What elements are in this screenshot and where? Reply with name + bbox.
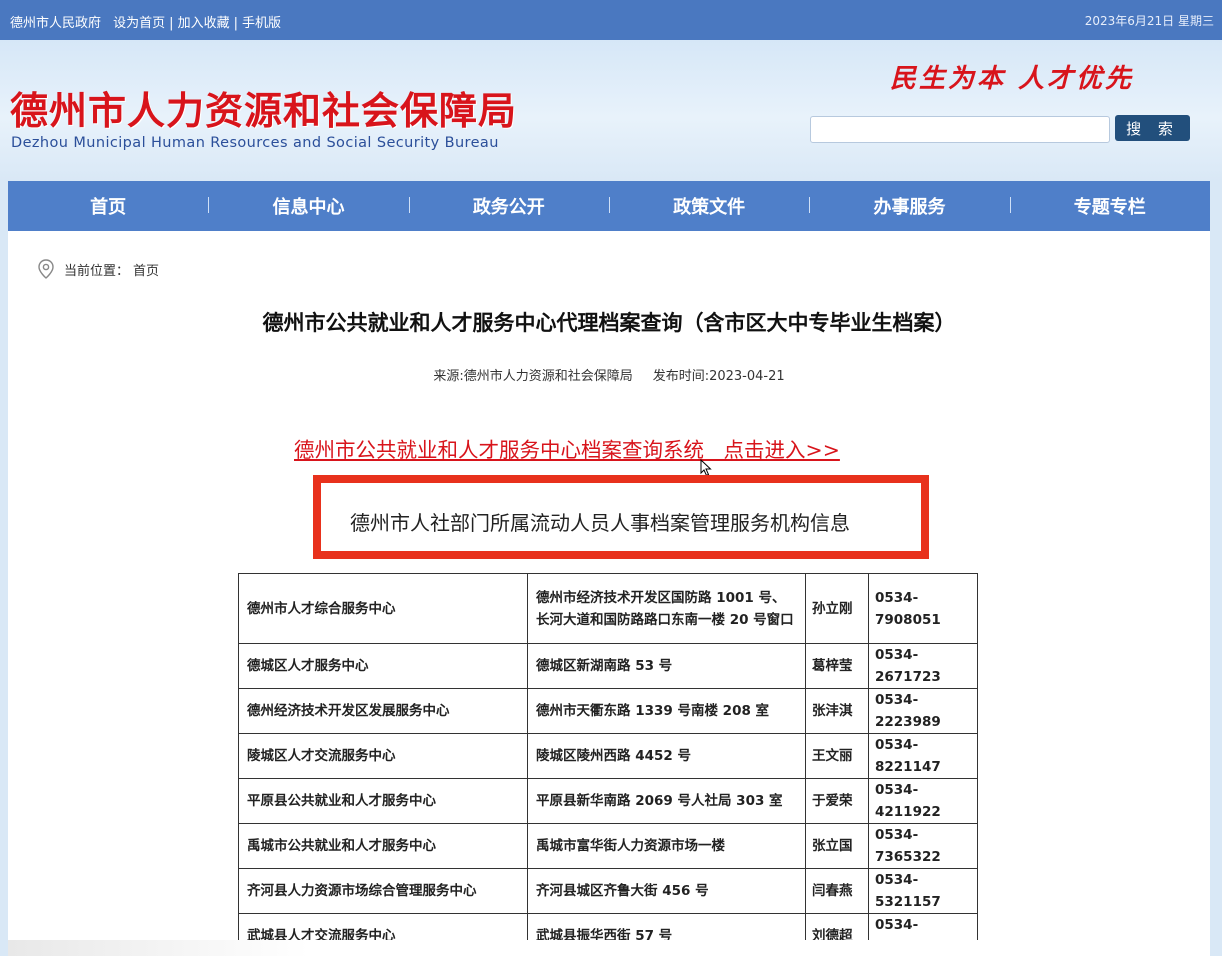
section-heading: 德州市人社部门所属流动人员人事档案管理服务机构信息: [350, 511, 850, 535]
table-cell-contact: 刘德超: [805, 913, 869, 940]
nav-item-policy-docs[interactable]: 政策文件: [608, 193, 809, 219]
mobile-link[interactable]: 手机版: [242, 16, 281, 31]
table-row: 武城县人才交流服务中心 武城县振华西街 57 号 刘德超 0534-621104…: [238, 913, 978, 940]
archive-query-system-link[interactable]: 德州市公共就业和人才服务中心档案查询系统 点击进入>>: [294, 433, 840, 463]
table-cell-address: 德州市天衢东路 1339 号南楼 208 室: [527, 688, 806, 734]
archive-agency-table: 德州市人才综合服务中心 德州市经济技术开发区国防路 1001 号、长河大道和国防…: [238, 573, 978, 940]
table-row: 齐河县人力资源市场综合管理服务中心 齐河县城区齐鲁大街 456 号 闫春燕 05…: [238, 868, 978, 914]
divider: |: [233, 16, 238, 31]
table-cell-phone: 0534-2671723: [868, 643, 978, 689]
breadcrumb-label: 当前位置：: [64, 263, 130, 279]
top-links: 德州市人民政府 设为首页 | 加入收藏 | 手机版: [10, 12, 281, 31]
nav-item-info-center[interactable]: 信息中心: [208, 193, 408, 219]
date-display: 2023年6月21日 星期三: [1084, 14, 1214, 28]
table-cell-org: 齐河县人力资源市场综合管理服务中心: [238, 868, 528, 914]
table-row: 德城区人才服务中心 德城区新湖南路 53 号 葛梓莹 0534-2671723: [238, 643, 978, 689]
table-row: 平原县公共就业和人才服务中心 平原县新华南路 2069 号人社局 303 室 于…: [238, 778, 978, 824]
slogan: 民生为本 人才优先: [890, 64, 1135, 94]
table-cell-contact: 孙立刚: [805, 573, 869, 644]
table-cell-address: 齐河县城区齐鲁大街 456 号: [527, 868, 806, 914]
gov-link[interactable]: 德州市人民政府: [10, 16, 101, 31]
breadcrumb: 当前位置： 首页: [36, 258, 159, 280]
table-row: 禹城市公共就业和人才服务中心 禹城市富华街人力资源市场一楼 张立国 0534-7…: [238, 823, 978, 869]
nav-item-gov-affairs[interactable]: 政务公开: [408, 193, 609, 219]
table-cell-phone: 0534-5321157: [868, 868, 978, 914]
table-cell-address: 陵城区陵州西路 4452 号: [527, 733, 806, 779]
location-pin-icon: [38, 259, 54, 279]
table-cell-org: 德州经济技术开发区发展服务中心: [238, 688, 528, 734]
set-home-link[interactable]: 设为首页: [113, 16, 165, 31]
search-input[interactable]: [810, 116, 1110, 143]
breadcrumb-home[interactable]: 首页: [133, 260, 159, 279]
site-header: 德州市人力资源和社会保障局 Dezhou Municipal Human Res…: [0, 40, 1222, 181]
table-cell-phone: 0534-8221147: [868, 733, 978, 779]
site-title: 德州市人力资源和社会保障局: [10, 88, 518, 133]
site-subtitle: Dezhou Municipal Human Resources and Soc…: [11, 135, 499, 151]
main-nav: 首页 信息中心 政务公开 政策文件 办事服务 专题专栏: [8, 181, 1210, 231]
table-row: 德州市人才综合服务中心 德州市经济技术开发区国防路 1001 号、长河大道和国防…: [238, 573, 978, 644]
content-viewport: 当前位置： 首页 德州市公共就业和人才服务中心代理档案查询（含市区大中专毕业生档…: [8, 231, 1210, 940]
table-cell-contact: 葛梓莹: [805, 643, 869, 689]
table-cell-phone: 0534-7365322: [868, 823, 978, 869]
table-cell-address: 德州市经济技术开发区国防路 1001 号、长河大道和国防路路口东南一楼 20 号…: [527, 573, 806, 644]
table-cell-phone: 0534-7908051: [868, 573, 978, 644]
table-cell-phone: 0534-4211922: [868, 778, 978, 824]
search-button[interactable]: 搜 索: [1115, 115, 1190, 141]
top-utility-bar: 德州市人民政府 设为首页 | 加入收藏 | 手机版 2023年6月21日 星期三: [0, 0, 1222, 40]
article-date: 发布时间:2023-04-21: [652, 369, 785, 384]
table-cell-org: 德城区人才服务中心: [238, 643, 528, 689]
table-row: 德州经济技术开发区发展服务中心 德州市天衢东路 1339 号南楼 208 室 张…: [238, 688, 978, 734]
table-cell-address: 禹城市富华街人力资源市场一楼: [527, 823, 806, 869]
divider: |: [169, 16, 174, 31]
nav-item-services[interactable]: 办事服务: [809, 193, 1009, 219]
main-content: 当前位置： 首页 德州市公共就业和人才服务中心代理档案查询（含市区大中专毕业生档…: [8, 231, 1210, 956]
table-cell-address: 平原县新华南路 2069 号人社局 303 室: [527, 778, 806, 824]
table-cell-address: 德城区新湖南路 53 号: [527, 643, 806, 689]
nav-item-home[interactable]: 首页: [8, 193, 208, 219]
table-cell-org: 武城县人才交流服务中心: [238, 913, 528, 940]
table-cell-org: 陵城区人才交流服务中心: [238, 733, 528, 779]
horizontal-scrollbar[interactable]: [8, 940, 1210, 956]
nav-item-special-topics[interactable]: 专题专栏: [1009, 193, 1210, 219]
table-cell-phone: 0534-2223989: [868, 688, 978, 734]
table-cell-address: 武城县振华西街 57 号: [527, 913, 806, 940]
table-cell-contact: 张沣淇: [805, 688, 869, 734]
table-cell-phone: 0534-6211042: [868, 913, 978, 940]
table-cell-org: 禹城市公共就业和人才服务中心: [238, 823, 528, 869]
article-source: 来源:德州市人力资源和社会保障局: [433, 369, 633, 384]
add-favorite-link[interactable]: 加入收藏: [178, 16, 230, 31]
highlight-box: 德州市人社部门所属流动人员人事档案管理服务机构信息: [313, 475, 929, 559]
table-cell-contact: 张立国: [805, 823, 869, 869]
table-row: 陵城区人才交流服务中心 陵城区陵州西路 4452 号 王文丽 0534-8221…: [238, 733, 978, 779]
table-cell-contact: 王文丽: [805, 733, 869, 779]
table-cell-contact: 于爱荣: [805, 778, 869, 824]
table-cell-org: 德州市人才综合服务中心: [238, 573, 528, 644]
article-title: 德州市公共就业和人才服务中心代理档案查询（含市区大中专毕业生档案）: [262, 311, 956, 335]
table-cell-contact: 闫春燕: [805, 868, 869, 914]
article-meta: 来源:德州市人力资源和社会保障局 发布时间:2023-04-21: [8, 365, 1210, 384]
table-cell-org: 平原县公共就业和人才服务中心: [238, 778, 528, 824]
